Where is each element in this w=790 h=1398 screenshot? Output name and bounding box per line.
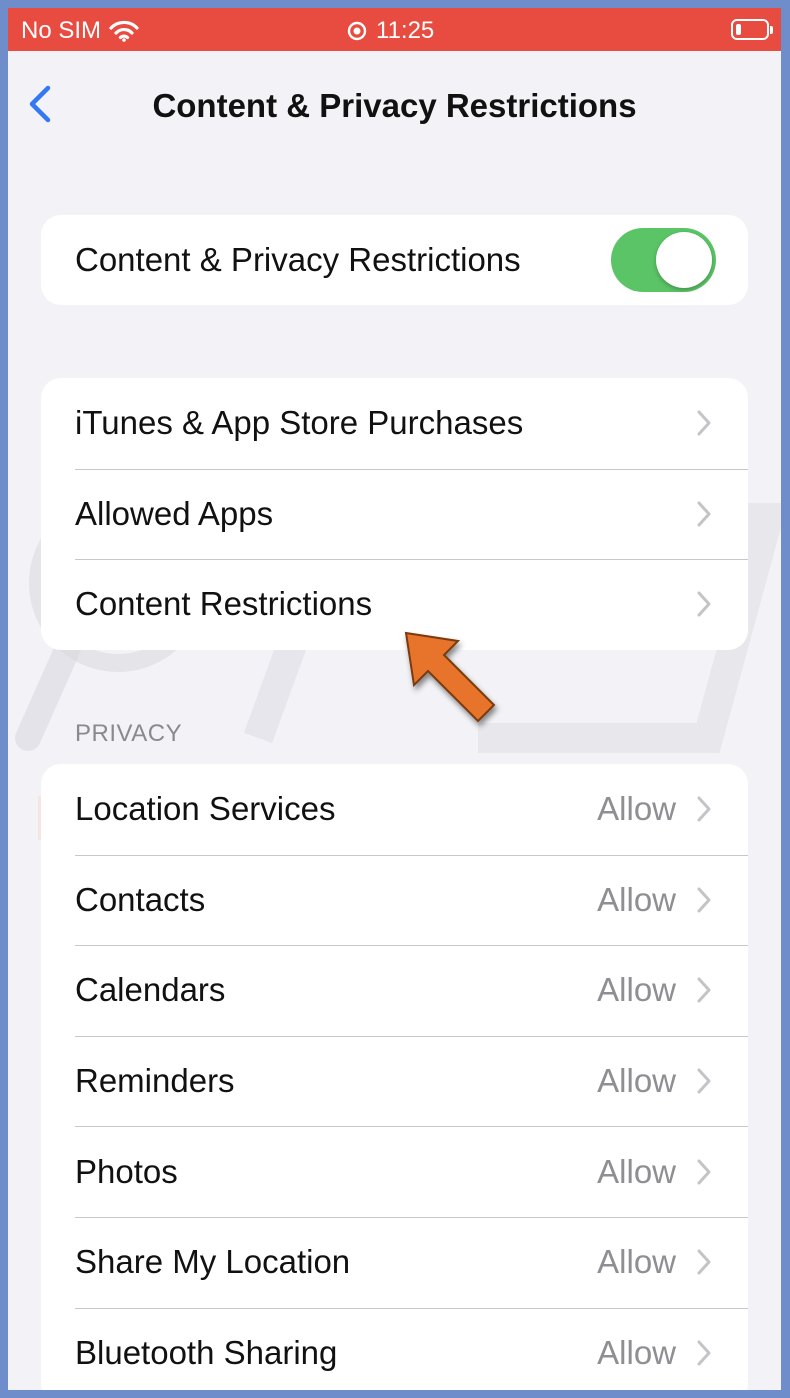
- chevron-right-icon: [697, 887, 711, 913]
- settings-screen: No SIM 11:25 Content & Privacy Restricti…: [8, 8, 781, 1390]
- row-label: Content Restrictions: [75, 585, 373, 623]
- chevron-right-icon: [697, 977, 711, 1003]
- row-location-services[interactable]: Location Services Allow: [41, 764, 748, 855]
- clock: 11:25: [376, 17, 435, 44]
- row-value: Allow: [597, 1062, 676, 1100]
- privacy-section-header: PRIVACY: [75, 720, 183, 747]
- status-left: No SIM: [21, 17, 139, 45]
- pointer-arrow-icon: [404, 631, 496, 723]
- status-center: 11:25: [347, 17, 434, 45]
- toggle-knob: [656, 232, 712, 288]
- row-contacts[interactable]: Contacts Allow: [41, 854, 748, 946]
- privacy-group: Location Services Allow Contacts Allow C…: [41, 764, 748, 1390]
- battery-icon: [731, 19, 773, 40]
- row-content-restrictions[interactable]: Content Restrictions: [41, 559, 748, 650]
- row-allowed-apps[interactable]: Allowed Apps: [41, 468, 748, 560]
- navigation-bar: Content & Privacy Restrictions: [8, 51, 781, 151]
- status-right: [731, 19, 773, 40]
- row-photos[interactable]: Photos Allow: [41, 1126, 748, 1217]
- row-label: Location Services: [75, 790, 336, 828]
- chevron-right-icon: [697, 1159, 711, 1185]
- row-label: Photos: [75, 1152, 178, 1190]
- row-value: Allow: [597, 1243, 676, 1281]
- row-label: Share My Location: [75, 1243, 351, 1281]
- row-value: Allow: [597, 1333, 676, 1371]
- store-group: iTunes & App Store Purchases Allowed App…: [41, 378, 748, 650]
- row-itunes-app-store[interactable]: iTunes & App Store Purchases: [41, 378, 748, 469]
- carrier-label: No SIM: [21, 17, 102, 44]
- row-label: Calendars: [75, 971, 226, 1009]
- row-label: Allowed Apps: [75, 494, 274, 532]
- screen-record-icon: [347, 21, 367, 41]
- row-calendars[interactable]: Calendars Allow: [41, 945, 748, 1036]
- chevron-right-icon: [697, 1340, 711, 1366]
- row-value: Allow: [597, 790, 676, 828]
- row-label: Reminders: [75, 1062, 235, 1100]
- row-value: Allow: [597, 880, 676, 918]
- row-bluetooth-sharing[interactable]: Bluetooth Sharing Allow: [41, 1307, 748, 1390]
- row-label: Bluetooth Sharing: [75, 1333, 338, 1371]
- row-value: Allow: [597, 971, 676, 1009]
- chevron-right-icon: [697, 1249, 711, 1275]
- wifi-icon: [109, 20, 139, 42]
- status-bar: No SIM 11:25: [8, 8, 781, 51]
- row-label: iTunes & App Store Purchases: [75, 404, 524, 442]
- main-toggle-group: Content & Privacy Restrictions: [41, 215, 748, 305]
- chevron-right-icon: [697, 796, 711, 822]
- chevron-right-icon: [697, 1068, 711, 1094]
- row-label: Contacts: [75, 880, 206, 918]
- chevron-right-icon: [697, 501, 711, 527]
- row-share-my-location[interactable]: Share My Location Allow: [41, 1216, 748, 1308]
- row-reminders[interactable]: Reminders Allow: [41, 1035, 748, 1127]
- chevron-right-icon: [697, 410, 711, 436]
- row-value: Allow: [597, 1152, 676, 1190]
- restrictions-toggle-switch[interactable]: [611, 228, 716, 292]
- page-title: Content & Privacy Restrictions: [152, 87, 637, 124]
- chevron-right-icon: [697, 591, 711, 617]
